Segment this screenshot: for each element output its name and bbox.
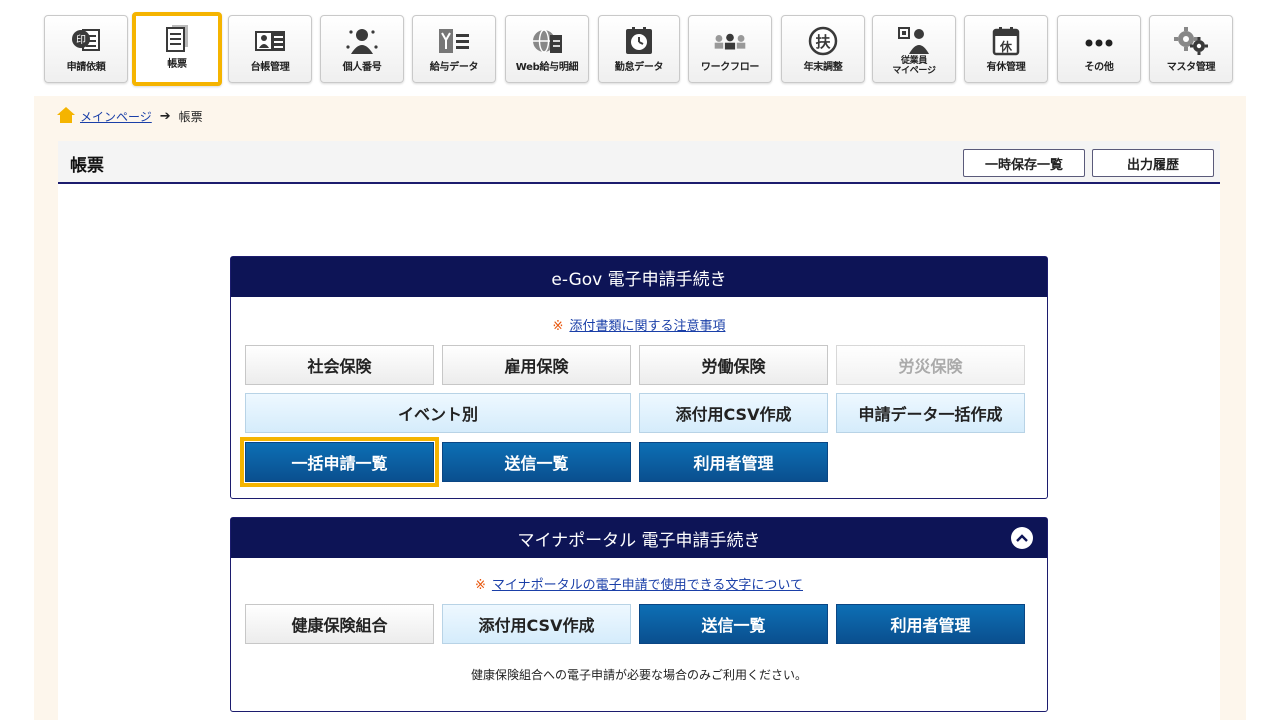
toolbar-label: 年末調整 <box>803 62 843 73</box>
toolbar-label: ワークフロー <box>700 62 760 73</box>
usable-characters-link[interactable]: マイナポータルの電子申請で使用できる文字について <box>492 578 803 593</box>
send-list-button[interactable]: 送信一覧 <box>442 442 631 482</box>
toolbar-label: 従業員 マイページ <box>892 56 936 76</box>
toolbar-label: その他 <box>1084 62 1114 73</box>
mynaportal-user-management-button[interactable]: 利用者管理 <box>836 604 1025 644</box>
breadcrumb-current: 帳票 <box>178 109 203 124</box>
toolbar-label: 給与データ <box>429 62 479 73</box>
collapse-button[interactable] <box>1011 527 1033 549</box>
by-event-button[interactable]: イベント別 <box>245 393 631 433</box>
temp-save-list-button[interactable]: 一時保存一覧 <box>963 149 1085 177</box>
toolbar-item-ledger[interactable]: 台帳管理 <box>228 15 312 83</box>
toolbar-label: 有休管理 <box>986 62 1026 73</box>
mynaportal-section: マイナポータル 電子申請手続き ※ マイナポータルの電子申請で使用できる文字につい… <box>230 517 1048 712</box>
toolbar-item-master-management[interactable]: マスタ管理 <box>1149 15 1233 83</box>
workflow-people-icon <box>713 26 747 56</box>
bulk-create-button[interactable]: 申請データ一括作成 <box>836 393 1025 433</box>
toolbar-item-paid-leave[interactable]: 休 有休管理 <box>964 15 1048 83</box>
stamp-glyph: 印 <box>76 34 86 46</box>
panel-header: 帳票 一時保存一覧 出力履歴 <box>58 141 1220 184</box>
health-union-button[interactable]: 健康保険組合 <box>245 604 434 644</box>
egov-note: ※ 添付書類に関する注意事項 <box>231 315 1047 334</box>
leave-glyph: 休 <box>999 39 1013 54</box>
egov-section-header: e-Gov 電子申請手続き <box>231 257 1047 297</box>
note-mark: ※ <box>552 319 564 334</box>
bulk-application-list-button[interactable]: 一括申請一覧 <box>240 437 439 487</box>
employment-insurance-button[interactable]: 雇用保険 <box>442 345 631 385</box>
toolbar-label: 個人番号 <box>342 62 382 73</box>
personal-number-icon <box>345 26 379 56</box>
social-insurance-button[interactable]: 社会保険 <box>245 345 434 385</box>
mynaportal-attach-csv-button[interactable]: 添付用CSV作成 <box>442 604 631 644</box>
attendance-clock-icon <box>622 26 656 56</box>
employee-mypage-icon <box>897 26 931 56</box>
toolbar-label: 帳票 <box>167 59 187 70</box>
main-toolbar: 印 申請依頼 帳票 台帳管理 個人番号 給与データ Web給与明細 勤怠データ … <box>0 0 1280 96</box>
web-payslip-icon <box>530 26 564 56</box>
output-history-button[interactable]: 出力履歴 <box>1092 149 1214 177</box>
attachment-notice-link[interactable]: 添付書類に関する注意事項 <box>569 319 725 334</box>
toolbar-item-workflow[interactable]: ワークフロー <box>688 15 772 83</box>
breadcrumb-arrow-icon: ➔ <box>159 108 171 124</box>
toolbar-label: 勤怠データ <box>614 62 664 73</box>
paid-leave-calendar-icon: 休 <box>989 26 1023 56</box>
mynaportal-section-header: マイナポータル 電子申請手続き <box>231 518 1047 558</box>
toolbar-item-payroll-data[interactable]: 給与データ <box>412 15 496 83</box>
toolbar-label: 申請依頼 <box>66 62 106 73</box>
app-window: 印 申請依頼 帳票 台帳管理 個人番号 給与データ Web給与明細 勤怠データ … <box>0 0 1280 720</box>
toolbar-label: 台帳管理 <box>250 62 290 73</box>
note-mark: ※ <box>475 578 486 593</box>
mynaportal-section-title: マイナポータル 電子申請手続き <box>517 530 761 551</box>
page-title: 帳票 <box>70 156 104 176</box>
labor-insurance-button[interactable]: 労働保険 <box>639 345 828 385</box>
year-end-adjustment-icon: 扶 <box>806 26 840 56</box>
form-sheet-icon <box>160 23 194 53</box>
toolbar-item-year-end-adjustment[interactable]: 扶 年末調整 <box>781 15 865 83</box>
attach-csv-button[interactable]: 添付用CSV作成 <box>639 393 828 433</box>
chevron-up-icon <box>1016 534 1028 542</box>
toolbar-item-web-payslip[interactable]: Web給与明細 <box>505 15 589 83</box>
toolbar-item-forms[interactable]: 帳票 <box>132 12 222 86</box>
mynaportal-footer-note: 健康保険組合への電子申請が必要な場合のみご利用ください。 <box>470 668 807 682</box>
ledger-person-icon <box>253 26 287 56</box>
mynaportal-send-list-button[interactable]: 送信一覧 <box>639 604 828 644</box>
user-management-button[interactable]: 利用者管理 <box>639 442 828 482</box>
gear-icon <box>1174 26 1208 56</box>
toolbar-item-personal-number[interactable]: 個人番号 <box>320 15 404 83</box>
breadcrumb: メインページ ➔ 帳票 <box>56 104 203 128</box>
toolbar-item-employee-mypage[interactable]: 従業員 マイページ <box>872 15 956 83</box>
toolbar-item-other[interactable]: その他 <box>1057 15 1141 83</box>
mynaportal-note: ※ マイナポータルの電子申請で使用できる文字について <box>231 574 1047 593</box>
egov-section-title: e-Gov 電子申請手続き <box>551 269 727 290</box>
workers-comp-button: 労災保険 <box>836 345 1025 385</box>
home-icon <box>56 106 76 127</box>
stamp-document-icon: 印 <box>69 26 103 56</box>
breadcrumb-home-link[interactable]: メインページ <box>80 108 152 125</box>
fu-glyph: 扶 <box>815 33 831 51</box>
toolbar-item-attendance-data[interactable]: 勤怠データ <box>598 15 680 83</box>
more-dots-icon <box>1082 26 1116 56</box>
toolbar-label: マスタ管理 <box>1166 62 1216 73</box>
toolbar-label: Web給与明細 <box>515 62 579 73</box>
toolbar-item-application-request[interactable]: 印 申請依頼 <box>44 15 128 83</box>
egov-section: e-Gov 電子申請手続き ※ 添付書類に関する注意事項 社会保険 雇用保険 労働… <box>230 256 1048 499</box>
payroll-data-icon <box>437 26 471 56</box>
